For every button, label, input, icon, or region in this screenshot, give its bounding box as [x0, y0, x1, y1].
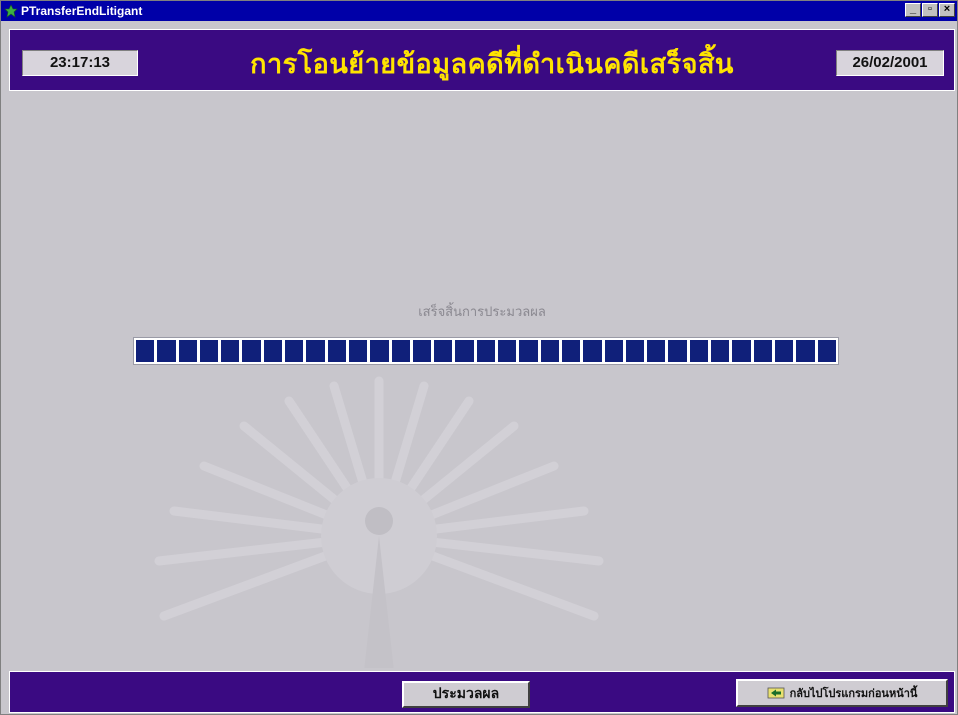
progress-segment	[498, 340, 517, 362]
progress-segment	[455, 340, 474, 362]
progress-segment	[348, 340, 368, 362]
close-button[interactable]: ×	[939, 3, 955, 17]
progress-segment	[689, 340, 709, 362]
progress-segment	[753, 340, 772, 362]
main-panel: เสร็จสิ้นการประมวลผล	[9, 96, 955, 668]
progress-segment	[796, 340, 815, 362]
back-arrow-icon	[767, 687, 784, 699]
progress-segment	[434, 340, 453, 362]
window-title: PTransferEndLitigant	[21, 4, 143, 18]
progress-segment	[519, 340, 538, 362]
progress-bar	[133, 337, 839, 365]
header-banner: 23:17:13 การโอนย้ายข้อมูลคดีที่ดำเนินคดี…	[9, 29, 955, 91]
progress-segment	[412, 340, 432, 362]
process-button[interactable]: ประมวลผล	[402, 681, 530, 708]
progress-segment	[540, 340, 559, 362]
progress-segment	[327, 340, 346, 362]
progress-segment	[774, 340, 794, 362]
progress-segment	[604, 340, 623, 362]
progress-segment	[476, 340, 496, 362]
progress-segment	[306, 340, 325, 362]
application-window: PTransferEndLitigant _ ▫ × 23:17:13 การโ…	[0, 0, 958, 715]
progress-segment	[221, 340, 240, 362]
minimize-button[interactable]: _	[905, 3, 921, 17]
maximize-button[interactable]: ▫	[922, 3, 938, 17]
back-button-label: กลับไปโปรแกรมก่อนหน้านี้	[789, 687, 918, 700]
progress-segment	[647, 340, 666, 362]
window-controls: _ ▫ ×	[905, 3, 955, 17]
progress-segment	[178, 340, 197, 362]
progress-segment	[199, 340, 219, 362]
university-seal-watermark	[154, 376, 604, 668]
app-icon	[4, 4, 18, 18]
status-message: เสร็จสิ้นการประมวลผล	[418, 305, 546, 320]
progress-segment	[136, 340, 155, 362]
date-display: 26/02/2001	[836, 50, 944, 76]
progress-segment	[391, 340, 410, 362]
progress-segment	[668, 340, 687, 362]
progress-segment	[370, 340, 389, 362]
progress-segment	[157, 340, 176, 362]
progress-segment	[285, 340, 304, 362]
page-title: การโอนย้ายข้อมูลคดีที่ดำเนินคดีเสร็จสิ้น	[250, 49, 734, 80]
back-to-previous-button[interactable]: กลับไปโปรแกรมก่อนหน้านี้	[736, 679, 948, 707]
progress-segment	[583, 340, 602, 362]
time-display: 23:17:13	[22, 50, 138, 76]
progress-segment	[561, 340, 581, 362]
progress-segment	[817, 340, 836, 362]
progress-segment	[711, 340, 730, 362]
progress-segment	[625, 340, 645, 362]
footer-bar: ประมวลผล กลับไปโปรแกรมก่อนหน้านี้	[9, 671, 955, 713]
progress-segment	[732, 340, 751, 362]
progress-segment	[263, 340, 283, 362]
progress-segment	[242, 340, 261, 362]
title-bar[interactable]: PTransferEndLitigant _ ▫ ×	[1, 1, 957, 21]
